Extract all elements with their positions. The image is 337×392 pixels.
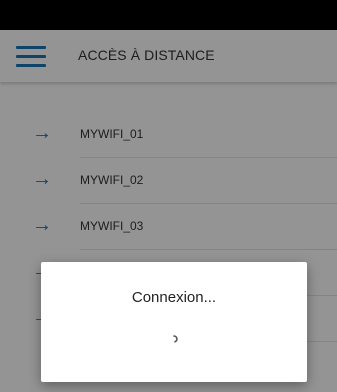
loading-spinner-icon — [173, 335, 178, 343]
dialog-message: Connexion... — [131, 289, 217, 306]
connecting-dialog: Connexion... — [41, 262, 307, 382]
